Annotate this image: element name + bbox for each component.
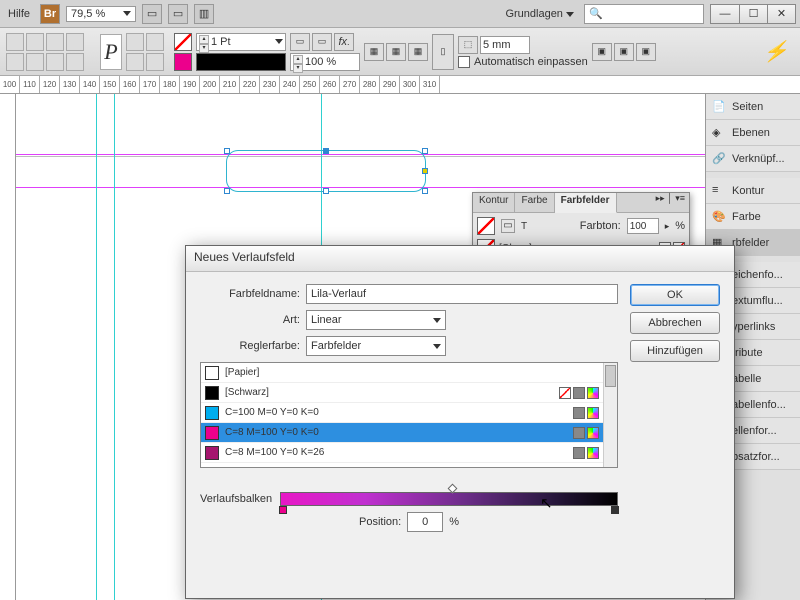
panel-item[interactable]: ◈Ebenen bbox=[706, 120, 800, 146]
vertical-ruler bbox=[0, 94, 16, 600]
wrap-icon[interactable]: ▦ bbox=[408, 43, 428, 61]
tint-label: Farbton: bbox=[580, 220, 621, 232]
bridge-button[interactable]: Br bbox=[40, 4, 60, 24]
zoom-field[interactable]: 79,5 % bbox=[66, 6, 136, 22]
tool-icon[interactable] bbox=[26, 53, 44, 71]
wrap-icon[interactable]: ▦ bbox=[364, 43, 384, 61]
tool-icon[interactable] bbox=[126, 33, 144, 51]
swatch-row[interactable]: [Schwarz] bbox=[201, 383, 603, 403]
swatch-row[interactable]: C=100 M=0 Y=0 K=0 bbox=[201, 403, 603, 423]
auto-fit-checkbox[interactable]: Automatisch einpassen bbox=[458, 56, 588, 68]
frame-icon[interactable]: ▣ bbox=[636, 43, 656, 61]
tool-icon[interactable] bbox=[66, 33, 84, 51]
tool-icon[interactable] bbox=[146, 33, 164, 51]
text-icon[interactable]: T bbox=[521, 221, 527, 232]
frame-icon[interactable]: ▣ bbox=[614, 43, 634, 61]
paragraph-icon[interactable]: P bbox=[100, 34, 122, 70]
workspace-dropdown[interactable]: Grundlagen bbox=[501, 8, 578, 20]
stroke-weight-field[interactable]: ▴▾1 Pt bbox=[196, 33, 286, 51]
swatch-name-input[interactable] bbox=[306, 284, 618, 304]
position-label: Position: bbox=[359, 516, 401, 528]
swatch-row[interactable]: C=8 M=100 Y=0 K=0 bbox=[201, 423, 603, 443]
tool-icon[interactable] bbox=[46, 53, 64, 71]
tool-icon[interactable] bbox=[46, 33, 64, 51]
fill-swatch[interactable] bbox=[174, 53, 192, 71]
close-button[interactable]: ✕ bbox=[767, 5, 795, 23]
tool-icon[interactable] bbox=[146, 53, 164, 71]
cancel-button[interactable]: Abbrechen bbox=[630, 312, 720, 334]
gradient-label: Verlaufsbalken bbox=[200, 493, 272, 505]
tint-field[interactable] bbox=[627, 218, 659, 234]
tool-group bbox=[6, 30, 96, 74]
panel-item[interactable]: 📄Seiten bbox=[706, 94, 800, 120]
control-toolbar: P ▴▾1 Pt ▭▭fx. ▴▾100 % ▦▦▦ ▯ ⬚5 mm Autom… bbox=[0, 28, 800, 76]
position-input[interactable] bbox=[407, 512, 443, 532]
tab-kontur[interactable]: Kontur bbox=[473, 193, 515, 212]
fx-icon[interactable]: ▭ bbox=[290, 33, 310, 51]
screen-mode-icon[interactable]: ▭ bbox=[168, 4, 188, 24]
selected-frame[interactable] bbox=[226, 150, 426, 192]
fx-button[interactable]: fx. bbox=[334, 33, 354, 51]
stopcolor-dropdown[interactable]: Farbfelder bbox=[306, 336, 446, 356]
panel-item[interactable]: 🎨Farbe bbox=[706, 204, 800, 230]
dialog-title: Neues Verlaufsfeld bbox=[186, 246, 734, 272]
tool-icon[interactable] bbox=[26, 33, 44, 51]
minimize-button[interactable]: — bbox=[711, 5, 739, 23]
corner-icon[interactable]: ⬚ bbox=[458, 36, 478, 54]
panel-item[interactable]: 🔗Verknüpf... bbox=[706, 146, 800, 172]
horizontal-ruler: 1001101201301401501601701801902002102202… bbox=[0, 76, 800, 94]
gradient-stop[interactable] bbox=[611, 506, 619, 514]
add-button[interactable]: Hinzufügen bbox=[630, 340, 720, 362]
tab-farbe[interactable]: Farbe bbox=[515, 193, 554, 212]
container-icon[interactable]: ▭ bbox=[501, 219, 515, 233]
fit-icon[interactable]: ▯ bbox=[432, 34, 454, 70]
help-menu[interactable]: Hilfe bbox=[4, 8, 34, 20]
fill-proxy[interactable] bbox=[477, 217, 495, 235]
lightning-icon[interactable]: ⚡ bbox=[763, 39, 794, 64]
swatch-row[interactable]: [Papier] bbox=[201, 363, 603, 383]
gradient-stop[interactable] bbox=[279, 506, 287, 514]
arrange-icon[interactable]: ▥ bbox=[194, 4, 214, 24]
new-gradient-dialog: Neues Verlaufsfeld Farbfeldname: Art: Lin… bbox=[185, 245, 735, 599]
tool-icon[interactable] bbox=[126, 53, 144, 71]
stroke-preview bbox=[196, 53, 286, 71]
fx-icon[interactable]: ▭ bbox=[312, 33, 332, 51]
swatch-list: [Papier][Schwarz]C=100 M=0 Y=0 K=0C=8 M=… bbox=[200, 362, 618, 468]
type-dropdown[interactable]: Linear bbox=[306, 310, 446, 330]
panel-collapse-icon[interactable]: ▸▸ │ ▾≡ bbox=[652, 193, 689, 212]
top-menu-bar: Hilfe Br 79,5 % ▭ ▭ ▥ Grundlagen 🔍 — ☐ ✕ bbox=[0, 0, 800, 28]
wrap-icon[interactable]: ▦ bbox=[386, 43, 406, 61]
stopcolor-label: Reglerfarbe: bbox=[200, 340, 300, 352]
no-fill-icon[interactable] bbox=[174, 33, 192, 51]
frame-icon[interactable]: ▣ bbox=[592, 43, 612, 61]
gradient-ramp[interactable] bbox=[280, 492, 618, 506]
view-mode-icon[interactable]: ▭ bbox=[142, 4, 162, 24]
ok-button[interactable]: OK bbox=[630, 284, 720, 306]
scrollbar[interactable] bbox=[603, 363, 617, 467]
maximize-button[interactable]: ☐ bbox=[739, 5, 767, 23]
search-input[interactable]: 🔍 bbox=[584, 4, 704, 24]
opacity-field[interactable]: ▴▾100 % bbox=[290, 53, 360, 71]
name-label: Farbfeldname: bbox=[200, 288, 300, 300]
tool-icon[interactable] bbox=[66, 53, 84, 71]
tab-farbfelder[interactable]: Farbfelder bbox=[555, 193, 617, 213]
type-label: Art: bbox=[200, 314, 300, 326]
tool-icon[interactable] bbox=[6, 33, 24, 51]
swatch-row[interactable]: C=8 M=100 Y=0 K=26 bbox=[201, 443, 603, 463]
corner-field[interactable]: 5 mm bbox=[480, 36, 530, 54]
panel-item[interactable]: ≡Kontur bbox=[706, 178, 800, 204]
tool-icon[interactable] bbox=[6, 53, 24, 71]
